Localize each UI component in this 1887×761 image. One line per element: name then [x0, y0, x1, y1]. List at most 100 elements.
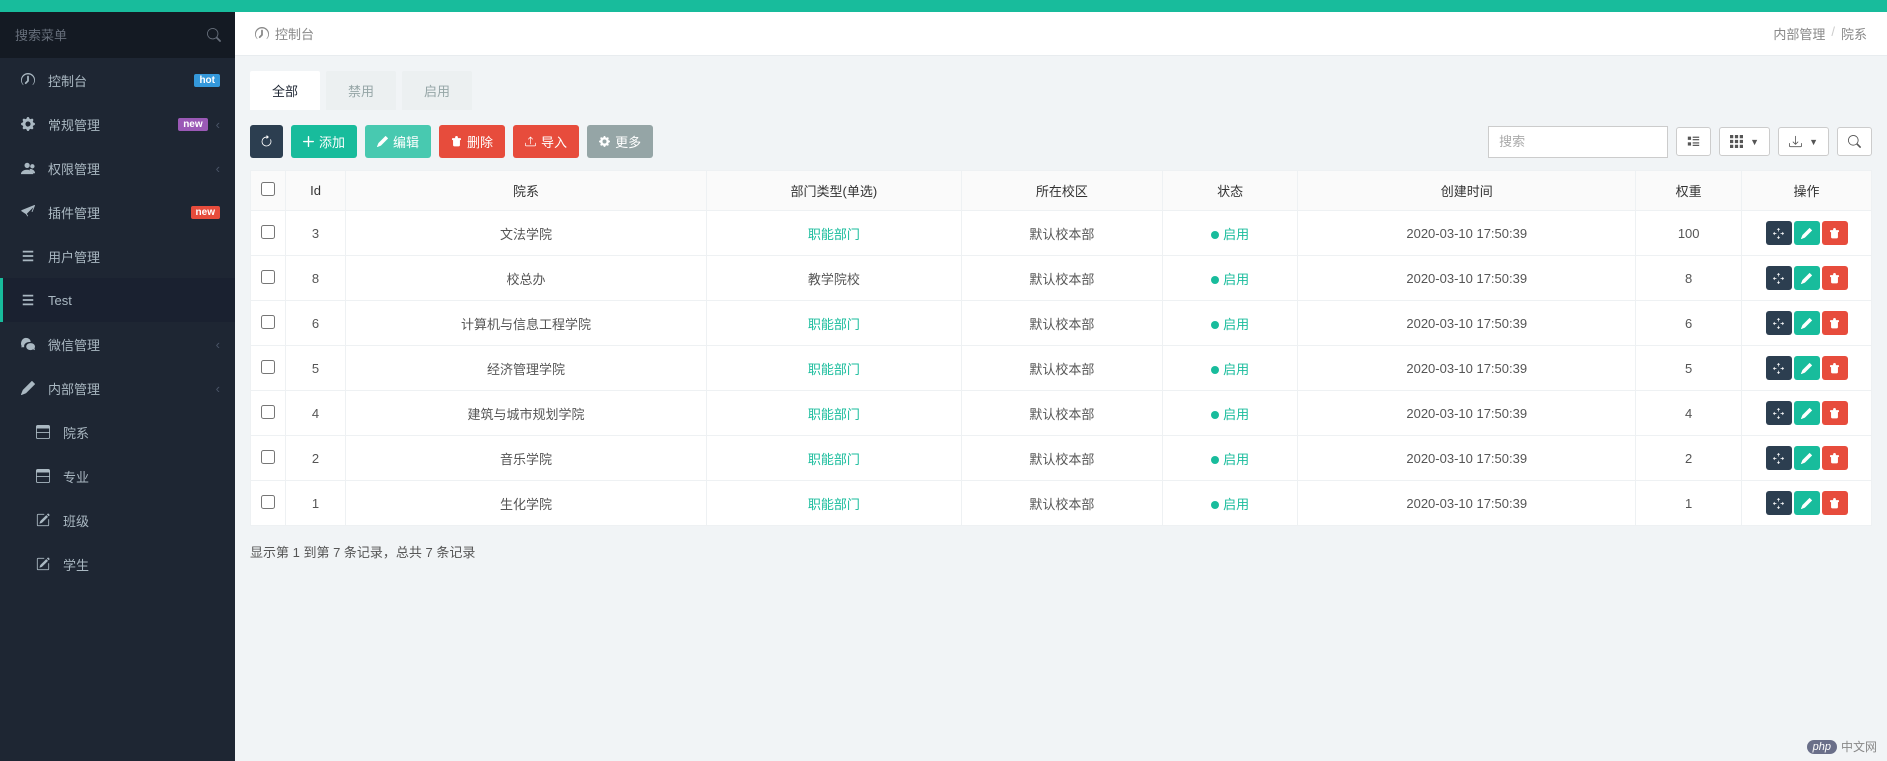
row-delete-button[interactable]: [1822, 311, 1848, 335]
sidebar-search-input[interactable]: [0, 12, 193, 58]
row-move-button[interactable]: [1766, 491, 1792, 515]
row-checkbox[interactable]: [261, 405, 275, 419]
table-row: 2音乐学院职能部门默认校本部启用2020-03-10 17:50:392: [251, 436, 1872, 481]
main-content: 控制台 内部管理 / 院系 全部禁用启用 添加: [235, 12, 1887, 761]
sidebar-sub-item-3[interactable]: 学生: [0, 542, 235, 586]
chevron-left-icon: ‹: [216, 337, 220, 352]
status-dot-icon: [1211, 456, 1219, 464]
status-badge[interactable]: 启用: [1211, 272, 1249, 287]
status-badge[interactable]: 启用: [1211, 497, 1249, 512]
row-checkbox[interactable]: [261, 450, 275, 464]
tab-1[interactable]: 禁用: [326, 71, 396, 110]
more-button[interactable]: 更多: [587, 125, 653, 158]
pencil-icon: [1801, 273, 1812, 284]
row-edit-button[interactable]: [1794, 221, 1820, 245]
status-dot-icon: [1211, 501, 1219, 509]
export-button[interactable]: ▼: [1778, 127, 1829, 156]
row-checkbox[interactable]: [261, 315, 275, 329]
cell-created: 2020-03-10 17:50:39: [1298, 391, 1636, 436]
row-delete-button[interactable]: [1822, 266, 1848, 290]
th-status[interactable]: 状态: [1163, 171, 1298, 211]
plane-icon: [18, 205, 38, 219]
row-delete-button[interactable]: [1822, 221, 1848, 245]
row-checkbox[interactable]: [261, 270, 275, 284]
status-badge[interactable]: 启用: [1211, 227, 1249, 242]
cell-dept: 经济管理学院: [346, 346, 707, 391]
sidebar-item-3[interactable]: 插件管理new: [0, 190, 235, 234]
row-edit-button[interactable]: [1794, 491, 1820, 515]
toggle-view-button[interactable]: [1676, 127, 1711, 156]
row-move-button[interactable]: [1766, 401, 1792, 425]
row-delete-button[interactable]: [1822, 356, 1848, 380]
sidebar-item-7[interactable]: 内部管理‹: [0, 366, 235, 410]
trash-icon: [1829, 228, 1840, 239]
row-checkbox[interactable]: [261, 495, 275, 509]
th-dept[interactable]: 院系: [346, 171, 707, 211]
row-edit-button[interactable]: [1794, 401, 1820, 425]
sidebar-item-1[interactable]: 常规管理new‹: [0, 102, 235, 146]
sidebar-item-2[interactable]: 权限管理‹: [0, 146, 235, 190]
import-button[interactable]: 导入: [513, 125, 579, 158]
row-move-button[interactable]: [1766, 446, 1792, 470]
th-weight[interactable]: 权重: [1636, 171, 1742, 211]
status-badge[interactable]: 启用: [1211, 452, 1249, 467]
row-edit-button[interactable]: [1794, 266, 1820, 290]
breadcrumb-path2[interactable]: 院系: [1841, 24, 1867, 43]
move-icon: [1773, 273, 1784, 284]
row-move-button[interactable]: [1766, 311, 1792, 335]
sidebar-search-button[interactable]: [193, 12, 235, 58]
search-button[interactable]: [1837, 127, 1872, 156]
toolbar-search-input[interactable]: [1488, 126, 1668, 158]
sidebar-item-6[interactable]: 微信管理‹: [0, 322, 235, 366]
cell-type-link[interactable]: 职能部门: [808, 317, 860, 332]
status-badge[interactable]: 启用: [1211, 362, 1249, 377]
sidebar-item-5[interactable]: Test: [0, 278, 235, 322]
row-checkbox[interactable]: [261, 360, 275, 374]
row-checkbox[interactable]: [261, 225, 275, 239]
edit-button[interactable]: 编辑: [365, 125, 431, 158]
delete-button[interactable]: 删除: [439, 125, 505, 158]
trash-icon: [451, 136, 462, 147]
row-edit-button[interactable]: [1794, 446, 1820, 470]
sidebar-item-0[interactable]: 控制台hot: [0, 58, 235, 102]
row-move-button[interactable]: [1766, 221, 1792, 245]
columns-button[interactable]: ▼: [1719, 127, 1770, 156]
row-delete-button[interactable]: [1822, 446, 1848, 470]
th-campus[interactable]: 所在校区: [961, 171, 1162, 211]
select-all-checkbox[interactable]: [261, 182, 275, 196]
row-edit-button[interactable]: [1794, 311, 1820, 335]
row-edit-button[interactable]: [1794, 356, 1820, 380]
status-badge[interactable]: 启用: [1211, 317, 1249, 332]
row-delete-button[interactable]: [1822, 401, 1848, 425]
status-badge[interactable]: 启用: [1211, 407, 1249, 422]
caret-down-icon: ▼: [1809, 137, 1818, 147]
tab-0[interactable]: 全部: [250, 71, 320, 110]
status-dot-icon: [1211, 231, 1219, 239]
row-move-button[interactable]: [1766, 266, 1792, 290]
tab-2[interactable]: 启用: [402, 71, 472, 110]
add-button[interactable]: 添加: [291, 125, 357, 158]
sidebar-item-label: 用户管理: [48, 247, 220, 266]
sidebar-sub-item-0[interactable]: 院系: [0, 410, 235, 454]
sidebar-item-4[interactable]: 用户管理: [0, 234, 235, 278]
row-delete-button[interactable]: [1822, 491, 1848, 515]
cell-type-link[interactable]: 职能部门: [808, 227, 860, 242]
cell-type-link[interactable]: 职能部门: [808, 407, 860, 422]
status-dot-icon: [1211, 276, 1219, 284]
dashboard-icon: [18, 73, 38, 87]
cell-type-link[interactable]: 职能部门: [808, 452, 860, 467]
sidebar-sub-item-1[interactable]: 专业: [0, 454, 235, 498]
cell-dept: 音乐学院: [346, 436, 707, 481]
plus-icon: [303, 136, 314, 147]
cell-type-link[interactable]: 职能部门: [808, 497, 860, 512]
cell-type-link[interactable]: 职能部门: [808, 362, 860, 377]
refresh-button[interactable]: [250, 125, 283, 158]
breadcrumb: 控制台 内部管理 / 院系: [235, 12, 1887, 56]
sidebar-sub-item-2[interactable]: 班级: [0, 498, 235, 542]
th-id[interactable]: Id: [286, 171, 346, 211]
th-type[interactable]: 部门类型(单选): [707, 171, 962, 211]
breadcrumb-path1[interactable]: 内部管理: [1773, 24, 1825, 43]
row-move-button[interactable]: [1766, 356, 1792, 380]
th-created[interactable]: 创建时间: [1298, 171, 1636, 211]
cell-weight: 100: [1636, 211, 1742, 256]
